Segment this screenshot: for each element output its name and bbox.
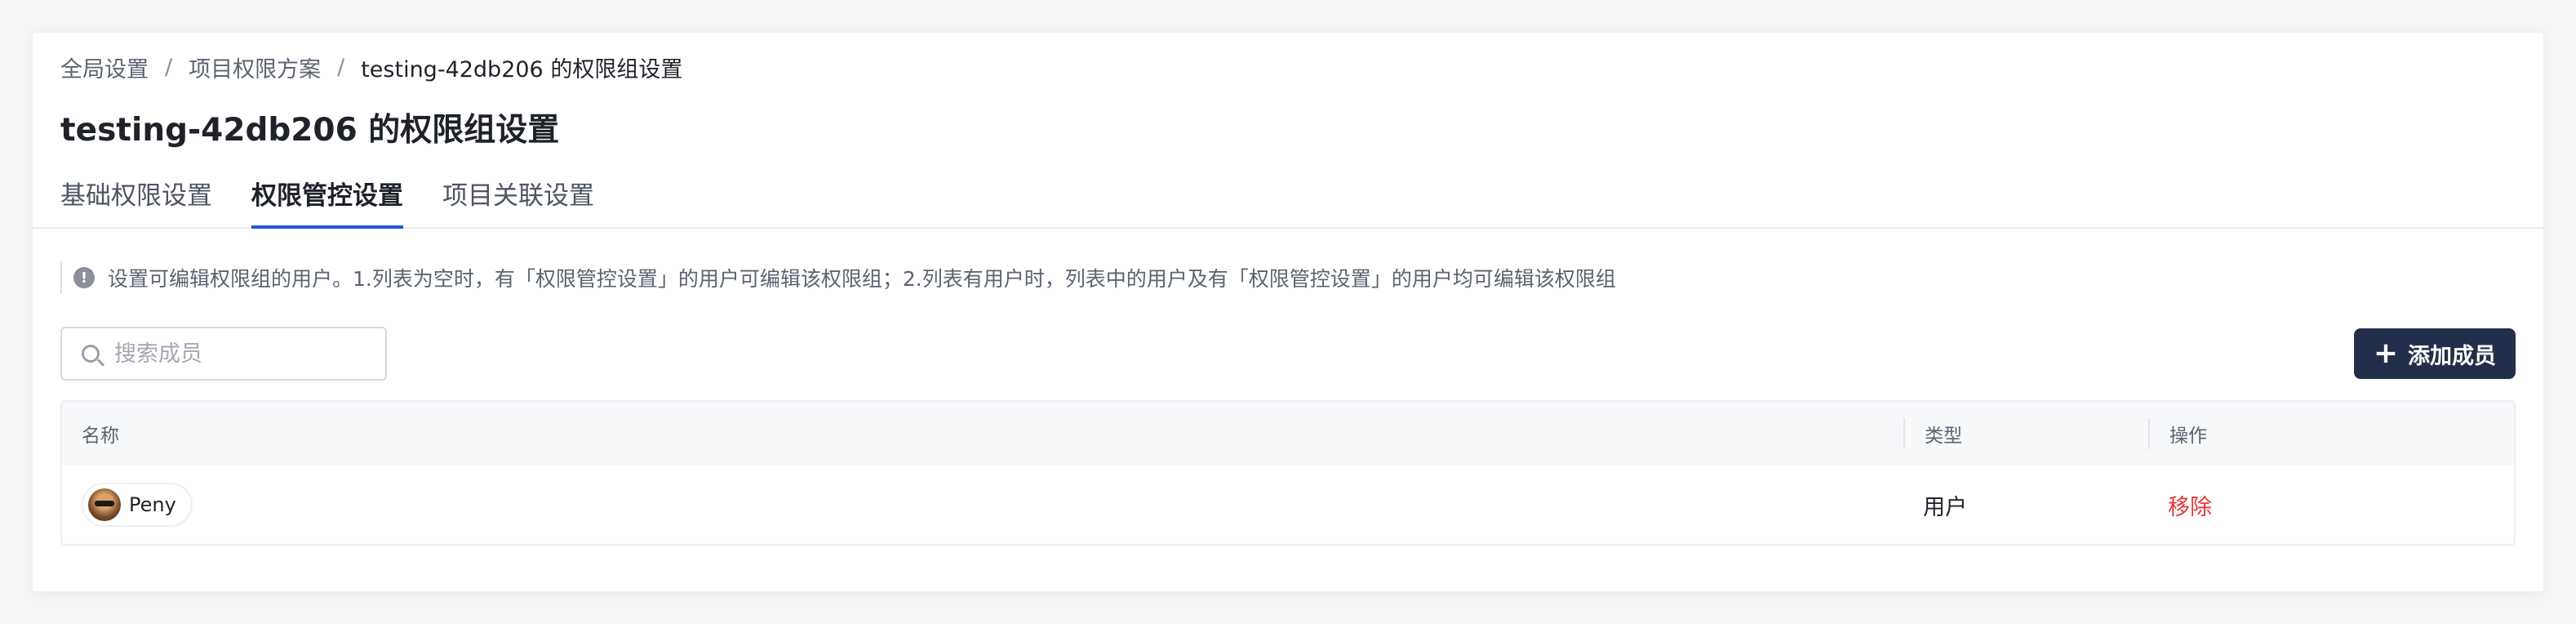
add-member-button[interactable]: + 添加成员 xyxy=(2353,328,2516,379)
notice-bar: ! 设置可编辑权限组的用户。1.列表为空时，有「权限管控设置」的用户可编辑该权限… xyxy=(60,261,2516,294)
tab-bar: 基础权限设置 权限管控设置 项目关联设置 xyxy=(60,175,2516,229)
search-input[interactable] xyxy=(114,341,359,367)
tab-basic-permission-settings[interactable]: 基础权限设置 xyxy=(60,175,212,229)
breadcrumb-item-global-settings[interactable]: 全局设置 xyxy=(60,51,149,83)
breadcrumb-item-current: testing-42db206 的权限组设置 xyxy=(361,56,683,82)
column-header-name: 名称 xyxy=(82,426,119,447)
column-header-type: 类型 xyxy=(1903,418,2148,449)
page-header: 全局设置 / 项目权限方案 / testing-42db206 的权限组设置 t… xyxy=(33,33,2543,229)
info-icon: ! xyxy=(73,267,95,288)
remove-member-link[interactable]: 移除 xyxy=(2168,489,2212,521)
add-member-button-label: 添加成员 xyxy=(2408,343,2496,369)
members-table: 名称 类型 操作 Peny 用户 移除 xyxy=(60,400,2516,546)
permission-group-settings-page: 全局设置 / 项目权限方案 / testing-42db206 的权限组设置 t… xyxy=(33,33,2543,591)
table-row: Peny 用户 移除 xyxy=(62,466,2514,544)
avatar xyxy=(88,488,121,521)
member-name: Peny xyxy=(129,493,176,516)
cell-type: 用户 xyxy=(1923,494,1967,520)
tab-permission-control-settings[interactable]: 权限管控设置 xyxy=(251,175,403,229)
tab-project-association-settings[interactable]: 项目关联设置 xyxy=(442,175,594,229)
cell-action: 移除 xyxy=(2148,466,2514,544)
breadcrumb: 全局设置 / 项目权限方案 / testing-42db206 的权限组设置 xyxy=(60,51,2516,83)
member-chip[interactable]: Peny xyxy=(82,483,193,527)
table-body: Peny 用户 移除 xyxy=(62,466,2514,544)
breadcrumb-separator: / xyxy=(165,54,173,80)
search-icon xyxy=(82,345,100,363)
column-header-action: 操作 xyxy=(2148,418,2514,449)
page-title: testing-42db206 的权限组设置 xyxy=(60,112,560,149)
toolbar: + 添加成员 xyxy=(60,327,2516,381)
breadcrumb-item-project-permission-scheme[interactable]: 项目权限方案 xyxy=(189,51,321,83)
breadcrumb-separator: / xyxy=(337,54,345,80)
table-header: 名称 类型 操作 xyxy=(62,402,2514,466)
search-box[interactable] xyxy=(60,327,387,381)
notice-text: 设置可编辑权限组的用户。1.列表为空时，有「权限管控设置」的用户可编辑该权限组；… xyxy=(108,267,1616,291)
cell-name: Peny xyxy=(62,466,1903,544)
plus-icon: + xyxy=(2373,337,2398,370)
